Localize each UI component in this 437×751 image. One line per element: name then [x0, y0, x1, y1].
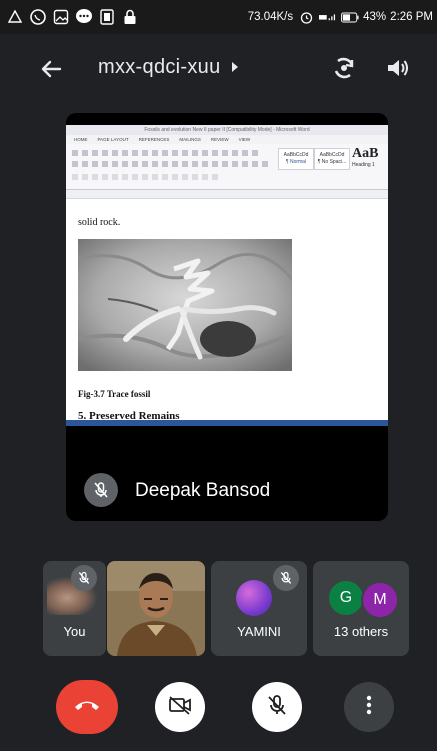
mic-toggle-button[interactable] [252, 682, 302, 732]
clock: 2:26 PM [390, 11, 433, 23]
signal-icon [319, 8, 337, 26]
status-bar: 73.04K/s 43% 2:26 PM [0, 0, 437, 34]
mic-off-icon [266, 694, 288, 721]
mic-muted-icon [71, 565, 97, 591]
shared-screen: Fossils and evolution New II paper II [C… [66, 125, 388, 426]
end-call-button[interactable] [56, 680, 118, 734]
status-right: 73.04K/s 43% 2:26 PM [248, 8, 433, 26]
participant-others-label: 13 others [333, 624, 389, 639]
figure-caption: Fig-3.7 Trace fossil [78, 389, 151, 399]
chevron-right-icon [231, 59, 239, 77]
word-ribbon: AaBbCcDd ¶ Normal AaBbCcDd ¶ No Spaci...… [66, 144, 388, 190]
lock-icon [121, 8, 139, 26]
participant-you-label: You [63, 624, 86, 639]
participant-video-feed [107, 561, 205, 656]
back-arrow-icon[interactable] [38, 55, 66, 83]
mic-muted-icon [273, 565, 299, 591]
battery-percent: 43% [363, 11, 387, 23]
messages-icon [75, 8, 93, 26]
presenter-tile[interactable]: Fossils and evolution New II paper II [C… [66, 113, 388, 521]
mic-muted-icon [84, 473, 118, 507]
gallery-icon [52, 8, 70, 26]
whatsapp-icon [29, 8, 47, 26]
menu-tab: PAGE LAYOUT [97, 137, 129, 142]
menu-tab: HOME [74, 137, 88, 142]
avatar [236, 580, 272, 616]
warning-icon [6, 8, 24, 26]
alarm-icon [297, 8, 315, 26]
word-menu-bar: HOME PAGE LAYOUT REFERENCES MAILINGS REV… [66, 135, 388, 144]
avatar: M [361, 581, 399, 619]
notification-icons [6, 8, 139, 26]
menu-tab: VIEW [238, 137, 251, 142]
camera-toggle-button[interactable] [155, 682, 205, 732]
presenter-name: Deepak Bansod [135, 480, 271, 501]
style-no-spacing: AaBbCcDd ¶ No Spaci... [314, 148, 350, 170]
app-notification-icon [98, 8, 116, 26]
speaker-icon[interactable] [385, 55, 411, 81]
camera-off-icon [168, 695, 192, 720]
network-speed: 73.04K/s [247, 11, 294, 23]
meeting-title-button[interactable]: mxx-qdci-xuu [98, 56, 239, 79]
menu-tab: MAILINGS [179, 137, 201, 142]
style-heading: AaB Heading 1 [352, 146, 379, 168]
ruler [66, 190, 388, 199]
word-window-title: Fossils and evolution New II paper II [C… [66, 125, 388, 135]
more-options-icon [366, 695, 372, 720]
end-call-icon [73, 698, 101, 717]
meeting-header: mxx-qdci-xuu [0, 34, 437, 106]
avatar: G [329, 581, 363, 615]
participant-others-tile[interactable]: G M 13 others [313, 561, 409, 656]
doc-text-line: solid rock. [78, 217, 121, 228]
participant-yamini-tile[interactable]: YAMINI [211, 561, 307, 656]
switch-camera-icon[interactable] [330, 54, 358, 82]
participant-video-tile[interactable] [107, 561, 205, 656]
word-status-bar [66, 420, 388, 426]
menu-tab: REFERENCES [138, 137, 170, 142]
battery-icon [341, 8, 359, 26]
participant-you-tile[interactable]: You [43, 561, 106, 656]
style-normal: AaBbCcDd ¶ Normal [278, 148, 314, 170]
more-options-button[interactable] [344, 682, 394, 732]
trace-fossil-image [77, 239, 294, 371]
menu-tab: REVIEW [210, 137, 229, 142]
participant-yamini-label: YAMINI [237, 624, 281, 639]
meeting-code: mxx-qdci-xuu [98, 56, 221, 78]
